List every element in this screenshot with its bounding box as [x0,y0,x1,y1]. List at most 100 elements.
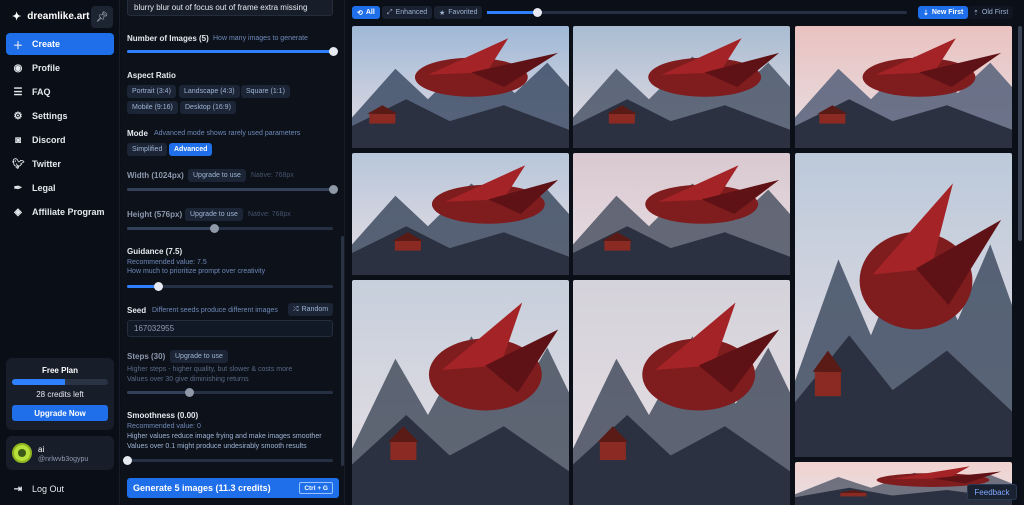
pin-sidebar-button[interactable]: 📌︎ [91,6,113,28]
sidebar-item-faq[interactable]: ☰ FAQ [6,81,114,103]
mode-hint: Advanced mode shows rarely used paramete… [154,130,301,137]
num-images-slider[interactable] [127,47,338,56]
panel-scrollbar[interactable] [341,236,344,466]
gallery-image[interactable] [573,153,790,275]
filter-favorited-label: Favorited [448,9,478,16]
gallery-image[interactable] [795,26,1012,148]
user-handle: @nrlwvb3ogypu [38,456,89,463]
steps-label: Steps (30) [127,352,166,361]
sidebar-item-label: Create [32,39,61,49]
sidebar-item-create[interactable]: ＋ Create [6,33,114,55]
smoothness-recommended: Recommended value: 0 [127,423,201,430]
shuffle-icon: ⤮ [293,305,299,313]
steps-description-2: Values over 30 give diminishing returns [127,376,249,383]
random-seed-button[interactable]: ⤮ Random [288,303,334,316]
height-upgrade-button[interactable]: Upgrade to use [185,208,243,221]
gallery-image[interactable] [352,26,569,148]
discord-icon: ◙ [14,134,22,146]
sidebar-item-label: Profile [32,63,61,73]
slider-knob[interactable] [153,282,163,291]
sidebar-item-discord[interactable]: ◙ Discord [6,129,114,151]
brand-name: dreamlike.art [27,11,90,22]
logout-button[interactable]: ⇥ Log Out [6,478,114,500]
sort-old-first-label: Old First [981,9,1009,16]
steps-upgrade-button[interactable]: Upgrade to use [170,350,228,363]
gallery-image[interactable] [352,153,569,275]
seed-hint: Different seeds produce different images [152,307,278,314]
sidebar-item-settings[interactable]: ⚙ Settings [6,105,114,127]
dragon-artwork [795,153,1012,457]
feedback-button[interactable]: Feedback [967,484,1017,500]
generate-button[interactable]: Generate 5 images (11.3 credits) Ctrl + … [127,478,339,498]
smoothness-description-1: Higher values reduce image frying and ma… [127,433,322,440]
sidebar-item-affiliate[interactable]: ◈ Affiliate Program [6,201,114,223]
gallery-image[interactable] [795,153,1012,457]
user-card[interactable]: ai @nrlwvb3ogypu [6,436,114,470]
sidebar-item-legal[interactable]: ✒ Legal [6,177,114,199]
slider-knob[interactable] [329,47,338,56]
slider-fill [127,188,333,191]
gallery-image[interactable] [573,26,790,148]
gallery-image[interactable] [573,280,790,505]
slider-fill [127,391,189,394]
width-upgrade-button[interactable]: Upgrade to use [188,169,246,182]
generate-shortcut: Ctrl + G [299,482,333,494]
gallery-image[interactable] [352,280,569,505]
feather-icon: ✒ [13,182,23,194]
slider-knob[interactable] [533,8,543,17]
sidebar-item-label: FAQ [32,87,51,97]
filter-all-label: All [365,9,375,16]
aspect-portrait-button[interactable]: Portrait (3:4) [127,85,176,98]
dragon-artwork [573,153,790,275]
slider-knob[interactable] [123,456,132,465]
brand-logo[interactable]: ✦ dreamlike.art [12,10,89,23]
settings-panel: blurry blur out of focus out of frame ex… [121,0,345,505]
upgrade-now-button[interactable]: Upgrade Now [12,405,108,421]
num-images-label-text: Number of Images (5) [127,34,209,43]
height-slider[interactable] [127,224,333,233]
slider-knob[interactable] [184,388,194,397]
slider-fill [487,11,538,14]
sidebar-item-twitter[interactable]: 🐦︎ Twitter [6,153,114,175]
filter-favorited-button[interactable]: ★ Favorited [434,6,483,19]
sort-old-first-button[interactable]: ⇡ Old First [968,6,1014,19]
aspect-landscape-button[interactable]: Landscape (4:3) [179,85,240,98]
gallery-scrollbar[interactable] [1018,26,1022,241]
filter-enhanced-label: Enhanced [395,9,428,16]
aspect-desktop-button[interactable]: Desktop (16:9) [180,101,236,114]
sort-new-first-button[interactable]: ⇣ New First [918,6,969,19]
generate-label: Generate 5 images (11.3 credits) [133,483,271,493]
steps-slider[interactable] [127,388,333,397]
seed-input[interactable]: 167032955 [127,320,333,337]
width-label: Width (1024px) [127,171,184,180]
dragon-artwork [573,26,790,148]
slider-knob[interactable] [329,185,338,194]
sidebar: ✦ dreamlike.art 📌︎ ＋ Create ◉ Profile ☰ … [0,0,120,505]
star-icon: ★ [439,9,446,17]
aspect-mobile-button[interactable]: Mobile (9:16) [127,101,178,114]
mode-advanced-button[interactable]: Advanced [169,143,213,156]
credits-progress-fill [12,379,65,385]
guidance-label: Guidance (7.5) [127,247,183,256]
height-label: Height (576px) [127,210,183,219]
sidebar-item-profile[interactable]: ◉ Profile [6,57,114,79]
thumbnail-size-slider[interactable] [487,8,907,17]
filter-enhanced-button[interactable]: ⤢ Enhanced [382,6,433,19]
slider-knob[interactable] [209,224,219,233]
guidance-recommended: Recommended value: 7.5 [127,259,207,266]
mode-label: Mode [127,129,148,138]
dragon-artwork [573,280,790,505]
guidance-slider[interactable] [127,282,333,291]
width-native-hint: Native: 768px [251,172,294,179]
aspect-square-button[interactable]: Square (1:1) [241,85,290,98]
mode-simplified-button[interactable]: Simplified [127,143,168,156]
list-icon: ☰ [13,86,23,98]
filter-all-button[interactable]: ⟲ All [352,6,380,19]
negative-prompt-input[interactable]: blurry blur out of focus out of frame ex… [127,0,333,16]
sidebar-item-label: Legal [32,183,56,193]
smoothness-slider[interactable] [123,456,333,465]
dragon-artwork [795,26,1012,148]
width-slider[interactable] [127,185,338,194]
gear-icon: ⚙ [13,110,23,122]
enhance-icon: ⤢ [387,8,393,16]
